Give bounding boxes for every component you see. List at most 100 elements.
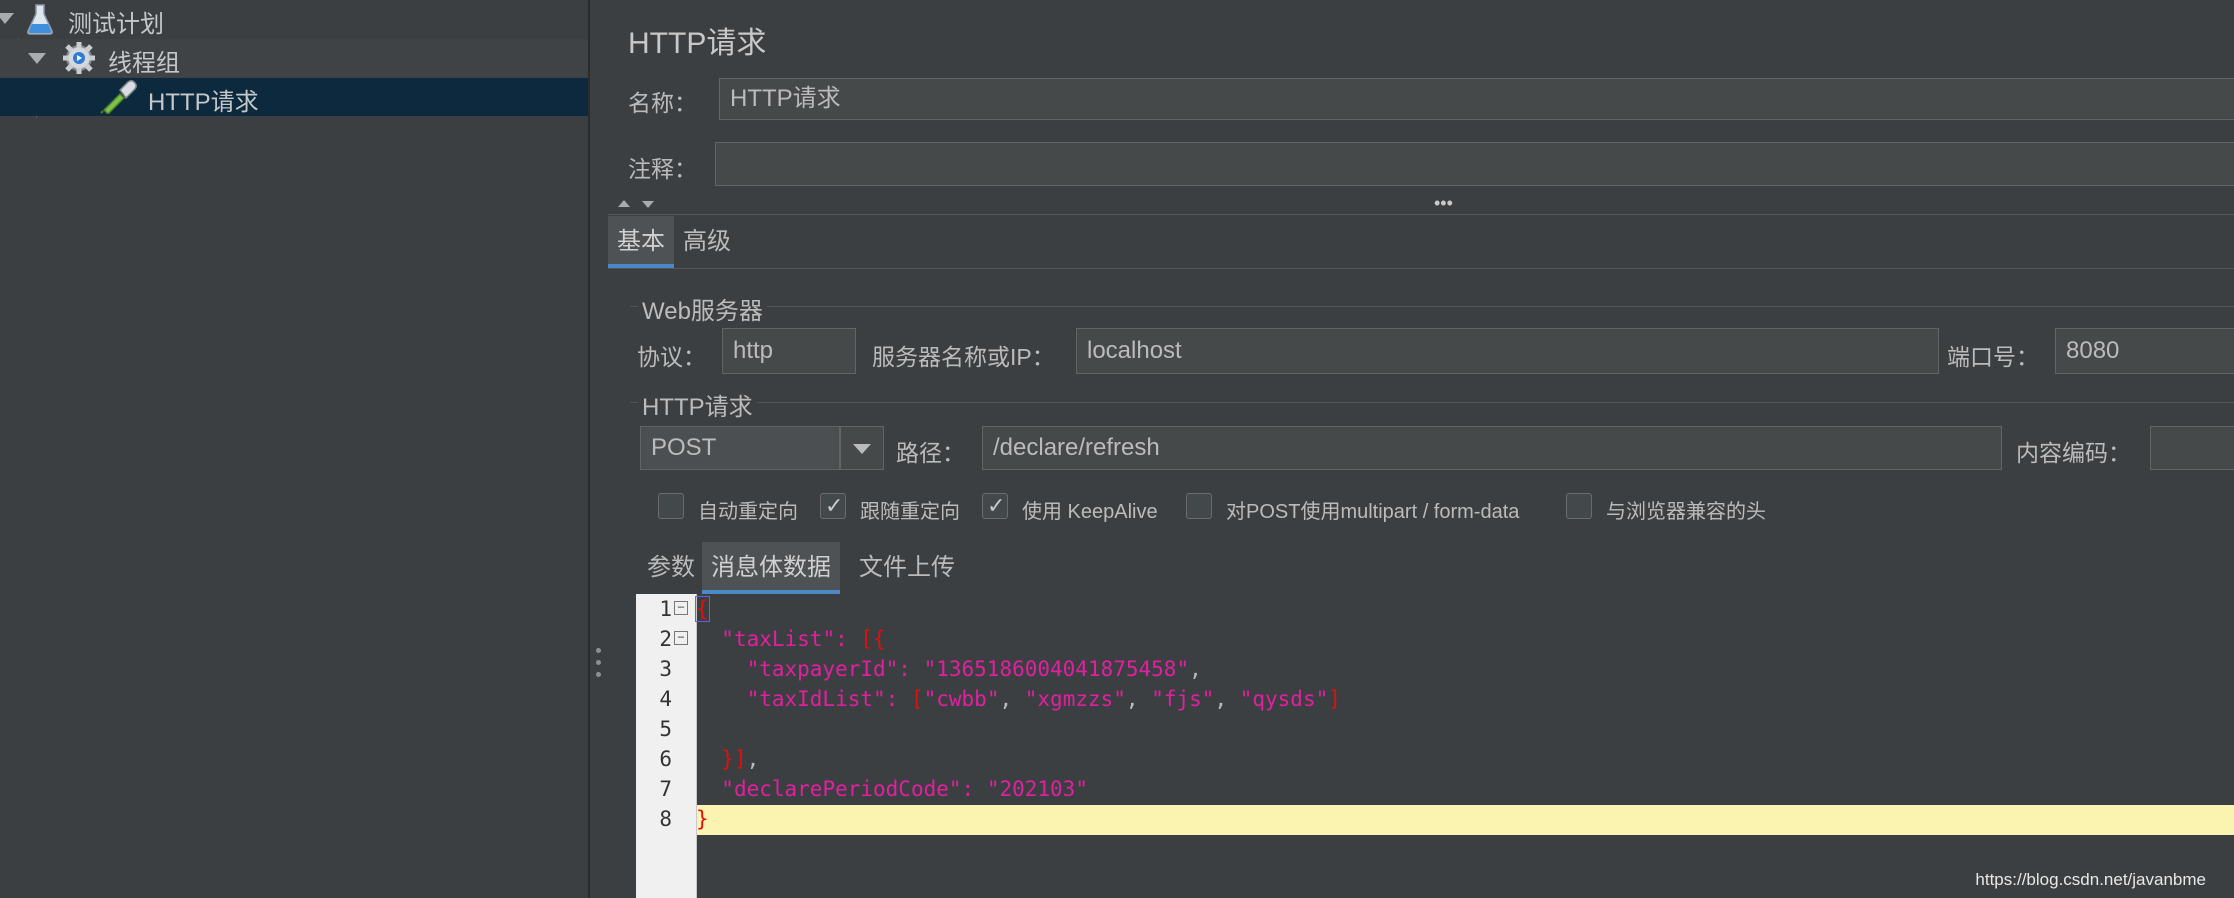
protocol-field[interactable]: http [722, 328, 856, 374]
comment-label: 注释： [628, 156, 697, 182]
splitter-grip-dot [596, 660, 601, 665]
line-number: 3 [659, 657, 672, 681]
tab-body-data[interactable]: 消息体数据 [702, 542, 840, 594]
splitter-grip-dot [596, 672, 601, 677]
collapse-up-icon[interactable] [618, 200, 630, 207]
json-separator: , [999, 687, 1025, 711]
json-string: "cwbb" [923, 687, 1000, 711]
code-line: "taxList": [{ [696, 627, 886, 651]
collapse-bar: ••• [608, 194, 2234, 215]
encoding-label: 内容编码： [2016, 440, 2131, 466]
json-brace: } [696, 807, 709, 831]
name-label: 名称： [628, 90, 697, 116]
follow-redirect-checkbox[interactable]: ✓ [820, 493, 846, 519]
line-number-gutter: 1 − 2 − 3 4 5 6 7 8 [636, 594, 697, 898]
json-key: "declarePeriodCode" [721, 777, 962, 801]
json-string: "qysds" [1239, 687, 1329, 711]
tree-item-http-request[interactable]: HTTP请求 [0, 78, 588, 116]
fold-collapse-icon[interactable]: − [674, 601, 688, 615]
json-brace: { [695, 596, 710, 622]
method-dropdown-button[interactable] [840, 426, 884, 470]
section-border [630, 306, 2234, 307]
line-number: 5 [659, 717, 672, 741]
line-number: 7 [659, 777, 672, 801]
expand-down-icon[interactable] [642, 201, 654, 208]
json-comma: , [746, 747, 760, 771]
chevron-down-icon [853, 444, 871, 454]
json-colon: : [898, 657, 924, 681]
test-plan-tree: 测试计划 线程组 HTTP请求 [0, 0, 590, 898]
checkmark-icon: ✓ [987, 493, 1006, 518]
flask-icon [27, 4, 53, 35]
path-field[interactable]: /declare/refresh [982, 426, 2002, 470]
tree-item-test-plan[interactable]: 测试计划 [0, 0, 588, 38]
body-data-editor[interactable]: 1 − 2 − 3 4 5 6 7 8 { "taxList": [{ "tax… [636, 594, 2234, 898]
json-bracket: }] [721, 747, 747, 771]
json-string: "xgmzzs" [1024, 687, 1126, 711]
tree-item-thread-group[interactable]: 线程组 [0, 39, 588, 77]
code-line: } [696, 807, 709, 831]
json-separator: , [1125, 687, 1152, 711]
json-key: "taxIdList" [746, 687, 886, 711]
multipart-checkbox[interactable] [1186, 493, 1212, 519]
comment-field[interactable] [715, 142, 2234, 186]
json-colon: : [835, 627, 861, 651]
code-line: { [695, 596, 710, 622]
web-server-section-title: Web服务器 [638, 291, 767, 326]
tab-advanced[interactable]: 高级 [674, 216, 740, 268]
json-bracket: [{ [860, 627, 886, 651]
section-border [630, 402, 2234, 403]
port-field[interactable]: 8080 [2055, 328, 2234, 374]
server-field[interactable]: localhost [1076, 328, 1939, 374]
line-number: 6 [659, 747, 672, 771]
json-bracket: [ [910, 687, 924, 711]
tab-file-upload[interactable]: 文件上传 [850, 542, 964, 594]
keepalive-checkbox[interactable]: ✓ [982, 493, 1008, 519]
tab-basic[interactable]: 基本 [608, 216, 674, 268]
tree-item-label: 测试计划 [68, 11, 164, 38]
json-separator: , [1214, 687, 1240, 711]
json-colon: : [961, 777, 987, 801]
follow-redirect-label: 跟随重定向 [860, 501, 960, 523]
http-request-section-title: HTTP请求 [638, 387, 757, 422]
code-line: "taxIdList": ["cwbb", "xgmzzs", "fjs", "… [696, 687, 1341, 711]
port-label: 端口号： [1947, 344, 2039, 370]
server-label: 服务器名称或IP： [872, 344, 1055, 370]
json-key: "taxpayerId" [746, 657, 899, 681]
line-number: 2 [659, 627, 672, 651]
panel-splitter[interactable] [590, 0, 608, 898]
splitter-grip-dot [596, 648, 601, 653]
checkmark-icon: ✓ [825, 493, 844, 518]
json-string: "fjs" [1151, 687, 1215, 711]
protocol-label: 协议： [637, 344, 706, 370]
browser-headers-checkbox[interactable] [1566, 493, 1592, 519]
tab-parameters[interactable]: 参数 [638, 542, 704, 594]
json-key: "taxList" [721, 627, 836, 651]
chevron-down-icon[interactable] [28, 53, 46, 64]
chevron-down-icon[interactable] [0, 13, 14, 24]
name-field[interactable]: HTTP请求 [719, 78, 2234, 120]
json-colon: : [885, 687, 911, 711]
page-title: HTTP请求 [628, 27, 767, 60]
json-bracket: ] [1328, 687, 1341, 711]
gear-icon [63, 42, 95, 74]
code-line: "taxpayerId": "1365186004041875458", [696, 657, 1202, 681]
fold-collapse-icon[interactable]: − [674, 631, 688, 645]
json-comma: , [1189, 657, 1202, 681]
path-label: 路径： [896, 440, 965, 466]
json-string: "202103" [986, 777, 1088, 801]
line-number: 1 [659, 597, 672, 621]
pipette-icon [100, 80, 138, 114]
auto-redirect-label: 自动重定向 [698, 501, 798, 523]
json-string: "1365186004041875458" [923, 657, 1190, 681]
encoding-field[interactable] [2150, 426, 2234, 470]
method-select[interactable]: POST [640, 426, 840, 470]
auto-redirect-checkbox[interactable] [658, 493, 684, 519]
line-number: 4 [659, 687, 672, 711]
tree-item-label: 线程组 [108, 50, 180, 77]
keepalive-label: 使用 KeepAlive [1022, 501, 1158, 523]
multipart-label: 对POST使用multipart / form-data [1226, 501, 1520, 523]
current-line-highlight [697, 805, 2234, 835]
more-handle-icon[interactable]: ••• [1434, 194, 1453, 212]
code-line: "declarePeriodCode": "202103" [696, 777, 1088, 801]
